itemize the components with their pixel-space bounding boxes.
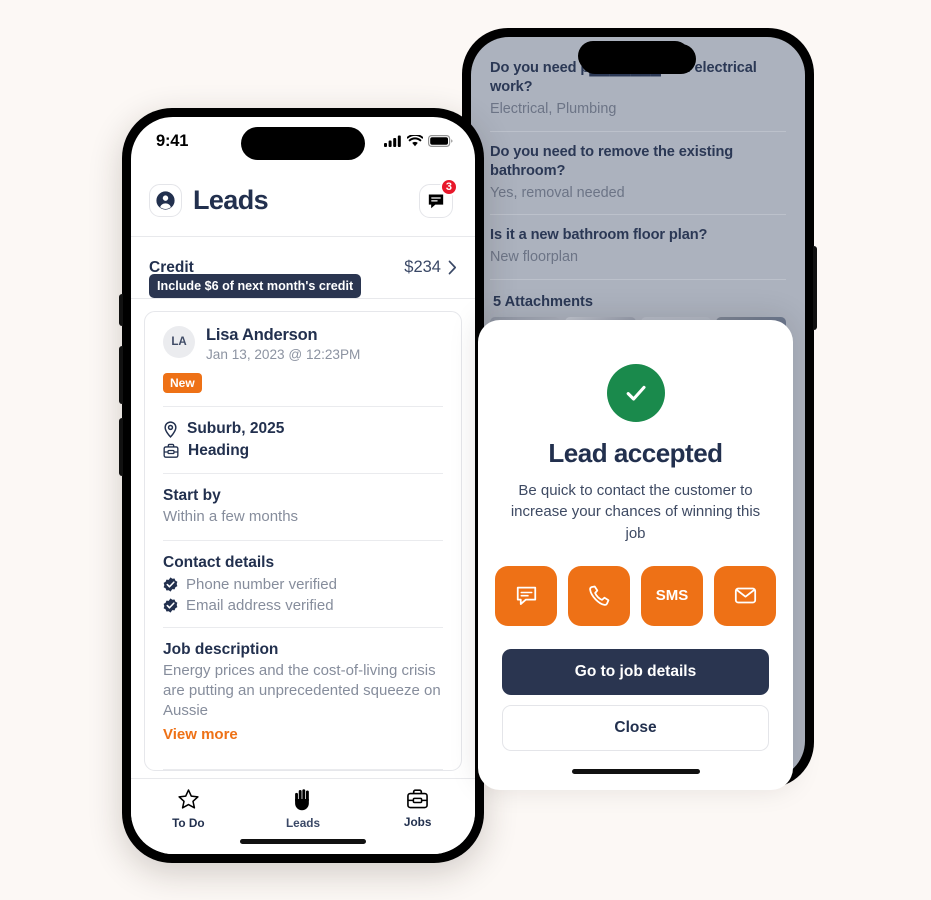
email-action-button[interactable] — [714, 565, 776, 626]
location-row: Suburb, 2025 — [163, 420, 443, 438]
verification-row: Phone number verified — [163, 576, 443, 593]
battery-icon — [428, 135, 453, 147]
verification-row: Email address verified — [163, 597, 443, 614]
go-to-job-details-button[interactable]: Go to job details — [502, 648, 769, 695]
lead-card-header: LA Lisa Anderson Jan 13, 2023 @ 12:23PM — [163, 326, 443, 362]
location-text: Suburb, 2025 — [187, 420, 285, 437]
screenshot-root: Do you need p███████ and electrical work… — [0, 0, 931, 900]
attachments-title: 5 Attachments — [493, 294, 594, 310]
status-time: 9:41 — [156, 131, 189, 150]
lead-name: Lisa Anderson — [206, 326, 318, 344]
credit-tooltip: Include $6 of next month's credit — [149, 274, 362, 298]
close-button[interactable]: Close — [502, 704, 769, 751]
verified-check-icon — [163, 577, 178, 592]
profile-button[interactable] — [149, 184, 182, 217]
job-description-section: Job description Energy prices and the co… — [163, 628, 443, 756]
qa-item: Do you need to remove the existing bathr… — [490, 132, 786, 216]
leads-list: LA Lisa Anderson Jan 13, 2023 @ 12:23PM … — [131, 299, 475, 778]
dynamic-island — [241, 127, 365, 160]
silent-switch[interactable] — [119, 294, 123, 326]
signal-bars-icon — [384, 135, 401, 147]
tab-leads[interactable]: Leads — [246, 788, 361, 830]
contact-details-section: Contact details Phone number verified Em… — [163, 541, 443, 614]
volume-down-button[interactable] — [119, 418, 123, 476]
tab-label: Jobs — [403, 815, 432, 829]
lead-card[interactable]: LA Lisa Anderson Jan 13, 2023 @ 12:23PM … — [144, 311, 462, 771]
home-indicator[interactable] — [240, 839, 366, 844]
qa-answer: New floorplan — [490, 249, 578, 266]
start-by-value: Within a few months — [163, 508, 299, 525]
person-icon — [156, 191, 175, 210]
verification-text: Email address verified — [186, 596, 334, 614]
briefcase-icon — [407, 789, 429, 809]
power-button[interactable] — [813, 246, 817, 330]
check-circle-icon — [606, 364, 665, 422]
tab-to-do[interactable]: To Do — [131, 788, 246, 830]
start-by-label: Start by — [163, 487, 221, 504]
qa-answer: Electrical, Plumbing — [490, 100, 617, 117]
star-icon — [178, 789, 199, 809]
credit-row[interactable]: Credit $234 Include $6 of next month's c… — [131, 237, 475, 299]
home-indicator[interactable] — [571, 769, 700, 774]
qa-question: Do you need to remove the existing bathr… — [490, 143, 734, 179]
volume-up-button[interactable] — [119, 346, 123, 404]
qa-item: Is it a new bathroom floor plan? New flo… — [490, 215, 786, 280]
start-by-section: Start by Within a few months — [163, 474, 443, 527]
tab-label: Leads — [285, 816, 321, 830]
page-title: Leads — [193, 185, 269, 215]
contact-actions: SMS — [495, 565, 776, 626]
lead-timestamp: Jan 13, 2023 @ 12:23PM — [206, 347, 361, 362]
job-description-text: Energy prices and the cost-of-living cri… — [163, 661, 441, 719]
envelope-icon — [734, 588, 756, 604]
foreground-phone: 9:41 Leads 3 Credit $234 Include $6 of n… — [119, 108, 484, 863]
toolbox-icon — [163, 443, 179, 458]
qa-question: Is it a new bathroom floor plan? — [490, 227, 708, 244]
modal-title: Lead accepted — [548, 438, 723, 468]
tab-label: To Do — [172, 816, 205, 830]
qa-answer: Yes, removal needed — [490, 184, 625, 201]
foreground-phone-screen: 9:41 Leads 3 Credit $234 Include $6 of n… — [131, 117, 475, 854]
tab-jobs[interactable]: Jobs — [360, 788, 475, 829]
contact-details-label: Contact details — [163, 553, 275, 571]
status-icons — [384, 135, 453, 147]
divider — [163, 768, 443, 770]
messages-button[interactable]: 3 — [419, 177, 458, 218]
view-more-link[interactable]: View more — [163, 726, 443, 743]
status-badge: New — [163, 373, 202, 393]
sheet-drag-handle[interactable] — [604, 343, 672, 348]
phone-action-button[interactable] — [568, 565, 630, 626]
phone-icon — [588, 586, 609, 607]
modal-subtitle: Be quick to contact the customer to incr… — [510, 482, 761, 542]
job-description-label: Job description — [163, 640, 279, 658]
location-section: Suburb, 2025 Heading — [163, 407, 443, 460]
chat-bubble-icon — [516, 587, 536, 606]
page-header: Leads 3 — [131, 165, 475, 237]
chevron-right-icon — [448, 260, 457, 275]
wifi-icon — [407, 135, 423, 147]
map-pin-icon — [164, 420, 177, 438]
credit-amount: $234 — [404, 258, 441, 276]
redaction-bar — [578, 41, 690, 71]
heading-text: Heading — [188, 442, 250, 459]
verified-check-icon — [163, 598, 178, 613]
lead-accepted-modal: Lead accepted Be quick to contact the cu… — [478, 320, 793, 790]
heading-row: Heading — [163, 442, 443, 460]
credit-value-group: $234 — [404, 258, 457, 277]
chat-action-button[interactable] — [495, 565, 557, 626]
sms-action-button[interactable]: SMS — [641, 565, 703, 626]
avatar: LA — [163, 326, 195, 358]
hand-icon — [294, 789, 309, 811]
unread-count-badge: 3 — [439, 177, 458, 196]
verification-text: Phone number verified — [186, 575, 337, 593]
checkmark-icon — [626, 385, 646, 401]
